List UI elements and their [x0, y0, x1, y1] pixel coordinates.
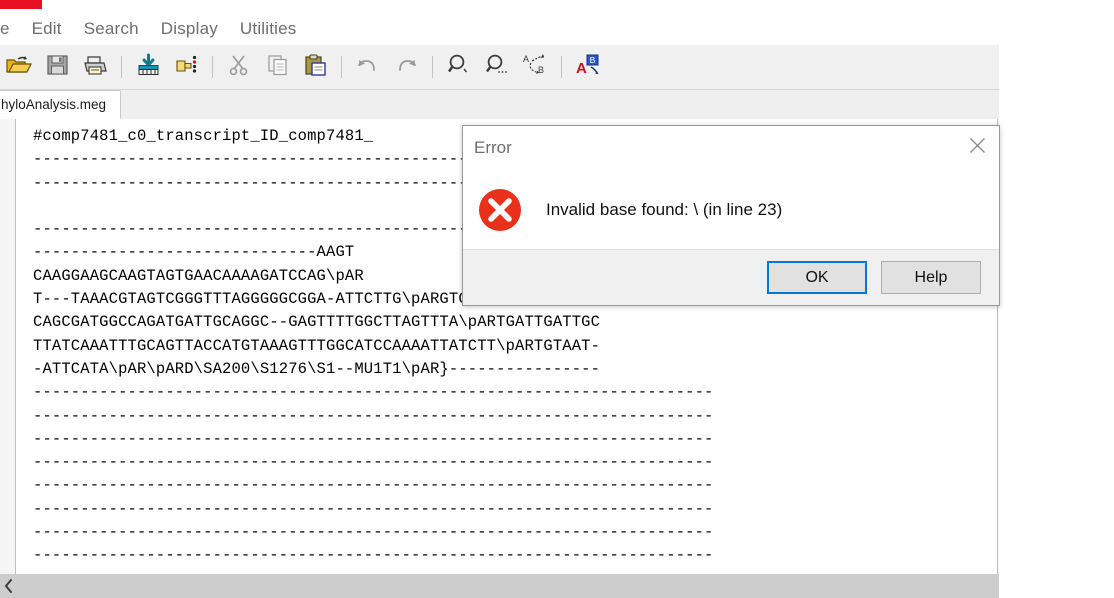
editor-line: CAGCGATGGCCAGATGATTGCAGGC--GAGTTTTGGCTTA… [33, 313, 601, 332]
find-next-button[interactable] [481, 51, 513, 83]
dialog-body: Invalid base found: \ (in line 23) [463, 170, 999, 249]
horizontal-scrollbar[interactable] [0, 574, 999, 598]
scissors-icon [228, 53, 250, 81]
editor-line: ----------------------------------------… [33, 383, 714, 402]
redo-arrow-icon [394, 55, 418, 80]
scrollbar-track[interactable] [17, 574, 999, 598]
svg-text:B: B [538, 65, 544, 75]
menu-edit[interactable]: Edit [21, 17, 73, 41]
menu-search[interactable]: Search [73, 17, 150, 41]
export-data-button[interactable] [132, 51, 164, 83]
paste-button[interactable] [299, 51, 331, 83]
svg-text:B: B [590, 55, 596, 65]
select-data-button[interactable] [170, 51, 202, 83]
open-file-button[interactable] [3, 51, 35, 83]
svg-text:A: A [523, 54, 529, 64]
dialog-message: Invalid base found: \ (in line 23) [546, 199, 783, 219]
editor-line: ----------------------------------------… [33, 476, 714, 495]
clipboard-paste-icon [303, 53, 327, 81]
copy-icon [266, 53, 289, 81]
editor-line: ----------------------------------------… [33, 546, 714, 565]
printer-icon [83, 53, 108, 81]
open-folder-icon [6, 53, 32, 82]
ok-button[interactable]: OK [767, 261, 867, 294]
cut-button[interactable] [223, 51, 255, 83]
menu-utilities[interactable]: Utilities [229, 17, 308, 41]
toolbar-separator-5 [561, 56, 562, 78]
toolbar-separator-2 [212, 56, 213, 78]
menu-file[interactable]: ile [0, 17, 21, 41]
document-tab-bar: hyloAnalysis.meg [0, 90, 999, 120]
select-pointer-icon [174, 53, 199, 81]
menu-bar: ile Edit Search Display Utilities [0, 12, 999, 45]
undo-arrow-icon [356, 55, 380, 80]
window-close-button[interactable] [0, 0, 42, 9]
error-circle-x-icon [477, 187, 523, 233]
dialog-titlebar: Error [463, 126, 999, 170]
screen-root: ile Edit Search Display Utilities [0, 0, 1114, 598]
toolbar-separator-1 [121, 56, 122, 78]
magnifier-find-next-icon [485, 53, 509, 81]
replace-a-b-icon: A B [522, 53, 548, 81]
editor-line: ----------------------------------------… [33, 523, 714, 542]
dialog-footer: OK Help [463, 249, 999, 305]
svg-text:A: A [576, 60, 587, 76]
editor-line: ----------------------------------------… [33, 499, 714, 518]
help-button[interactable]: Help [881, 261, 981, 294]
translate-button[interactable]: B A [572, 51, 604, 83]
dialog-close-button[interactable] [955, 130, 999, 160]
redo-button[interactable] [390, 51, 422, 83]
editor-line: TTATCAAATTTGCAGTTACCATGTAAAGTTTGGCATCCAA… [33, 336, 601, 355]
window-titlebar-strip [0, 0, 999, 12]
replace-button[interactable]: A B [519, 51, 551, 83]
error-dialog: Error Invalid base found: \ (in line 23)… [462, 125, 1000, 306]
toolbar-separator-4 [432, 56, 433, 78]
toolbar-separator-3 [341, 56, 342, 78]
export-data-icon [136, 53, 161, 81]
menu-display[interactable]: Display [150, 17, 229, 41]
translate-font-icon: B A [575, 53, 601, 81]
scroll-left-arrow-icon[interactable] [0, 574, 17, 598]
tab-phyloanalysis-meg[interactable]: hyloAnalysis.meg [0, 90, 122, 119]
undo-button[interactable] [352, 51, 384, 83]
save-file-button[interactable] [41, 51, 73, 83]
dialog-title: Error [474, 138, 512, 157]
toolbar: A B B A [0, 45, 999, 90]
find-button[interactable] [443, 51, 475, 83]
editor-line: ----------------------------------------… [33, 429, 714, 448]
magnifier-find-icon [447, 53, 471, 81]
print-button[interactable] [79, 51, 111, 83]
editor-line: ----------------------------------------… [33, 453, 714, 472]
floppy-disk-icon [46, 53, 69, 81]
editor-line: ----------------------------------------… [33, 406, 714, 425]
copy-button[interactable] [261, 51, 293, 83]
editor-line: -ATTCATA\pAR\pARD\SA200\S1276\S1--MU1T1\… [33, 359, 601, 378]
